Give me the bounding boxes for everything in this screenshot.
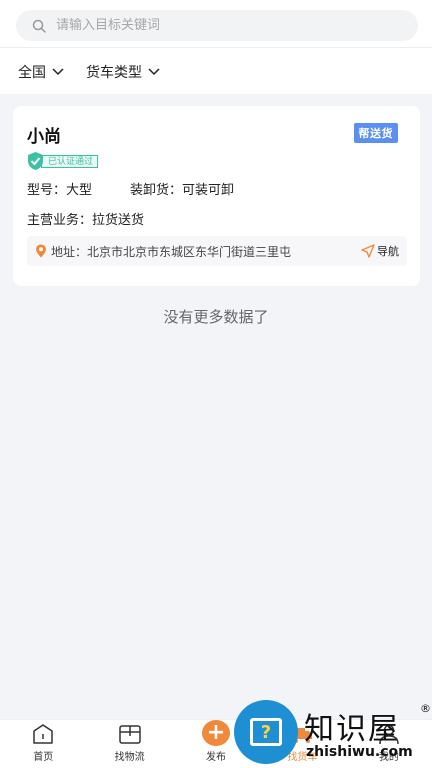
tab-mine-label: 我的 [378, 752, 399, 763]
box-icon [118, 725, 141, 744]
search-icon [32, 19, 46, 33]
business-label: 主营业务： [27, 213, 93, 228]
address-text: 地址：北京市北京市东城区东华门街道三里屯 [51, 244, 292, 259]
tab-logistics[interactable]: 找物流 [86, 720, 172, 768]
home-icon [33, 724, 53, 744]
navigate-label: 导航 [377, 245, 399, 258]
tab-publish[interactable]: + 发布 [173, 720, 259, 768]
model-label: 型号： [27, 183, 67, 198]
navigation-arrow-icon [361, 244, 375, 258]
tab-home[interactable]: 首页 [0, 720, 86, 768]
truck-card[interactable]: 小尚 帮送货 已认证通过 型号：大型 装卸货：可装可卸 主营业务：拉货送货 地址… [13, 106, 420, 286]
tab-publish-label: 发布 [206, 752, 227, 763]
user-icon [379, 724, 399, 745]
location-pin-icon [36, 244, 46, 258]
chevron-down-icon [148, 68, 160, 76]
verified-text: 已认证通过 [41, 154, 99, 168]
driver-name: 小尚 [27, 127, 61, 147]
loading-label: 装卸货： [130, 183, 183, 198]
navigate-button[interactable]: 导航 [361, 243, 399, 259]
filter-truck-type[interactable]: 货车类型 [86, 62, 160, 82]
divider [0, 47, 432, 48]
business-row: 主营业务：拉货送货 [27, 209, 144, 228]
address-bar: 地址：北京市北京市东城区东华门街道三里屯 导航 [27, 236, 407, 266]
business-value: 拉货送货 [92, 213, 145, 228]
search-bar[interactable] [16, 10, 418, 41]
top-bar: 全国 货车类型 [0, 0, 432, 94]
tab-logistics-label: 找物流 [114, 752, 145, 763]
model-field: 型号：大型 [27, 179, 92, 198]
bottom-tab-bar: 首页 找物流 + 发布 找货车 我的 [0, 719, 432, 768]
chevron-down-icon [52, 68, 64, 76]
loading-field: 装卸货：可装可卸 [130, 179, 234, 198]
tab-find-truck-label: 找货车 [287, 752, 318, 763]
service-tag: 帮送货 [353, 123, 398, 143]
shield-check-icon [28, 152, 43, 170]
filter-region[interactable]: 全国 [18, 62, 64, 82]
filter-region-label: 全国 [18, 65, 46, 81]
search-input[interactable] [56, 18, 376, 33]
verified-badge: 已认证通过 [26, 151, 99, 171]
model-value: 大型 [66, 183, 93, 198]
watermark-registered: ® [420, 702, 431, 715]
filter-bar: 全国 货车类型 [18, 62, 160, 82]
spec-row: 型号：大型 装卸货：可装可卸 [27, 179, 234, 198]
loading-value: 可装可卸 [182, 183, 235, 198]
truck-icon [292, 728, 313, 743]
tab-mine[interactable]: 我的 [346, 720, 432, 768]
no-more-data-text: 没有更多数据了 [163, 308, 269, 326]
tab-home-label: 首页 [33, 752, 54, 763]
plus-icon: + [202, 720, 231, 746]
tab-find-truck[interactable]: 找货车 [259, 720, 345, 768]
filter-truck-type-label: 货车类型 [86, 65, 142, 81]
